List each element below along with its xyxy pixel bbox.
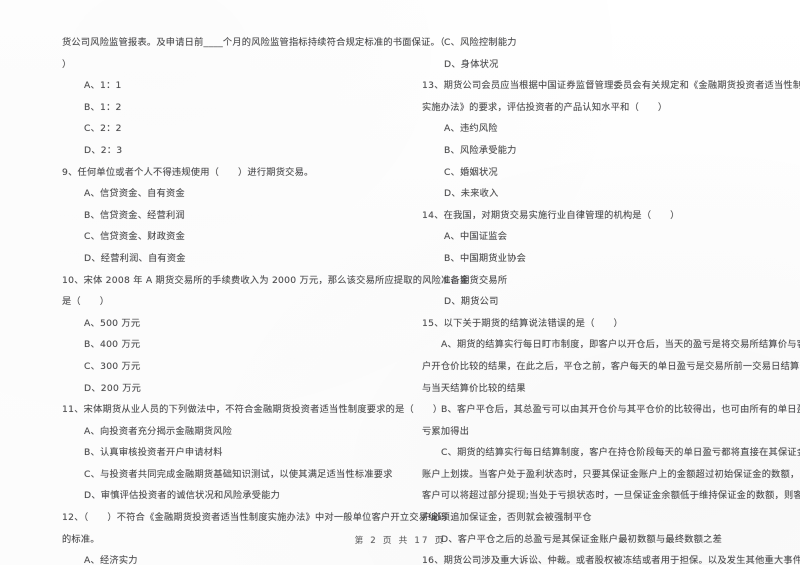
continuation-line: ） <box>62 58 72 70</box>
right-column: C、风险控制能力 D、身体状况 13、期货公司会员应当根据中国证券监督管理委员会有关… <box>400 32 800 565</box>
question-line: 16、期货公司涉及重大诉讼、仲裁。或者股权被冻结或者用于担保。以及发生其他重大事… <box>422 555 800 565</box>
option-line: A、信贷资金、自有资金 <box>84 188 185 200</box>
option-line: B、中国期货业协会 <box>444 252 527 264</box>
right-column-lines: C、风险控制能力 D、身体状况 13、期货公司会员应当根据中国证券监督管理委员会有关… <box>422 32 800 565</box>
question-line: 11、宋体期货从业人员的下列做法中，不符合金融期货投资者适当性制度要求的是（ ） <box>62 404 443 416</box>
option-line: C、信贷资金、财政资金 <box>84 231 186 243</box>
option-line: A、中国证监会 <box>444 231 508 243</box>
left-column-lines: 货公司风险监管报表。及申请日前____个月的风险监管指标持续符合规定标准的书面保… <box>62 32 470 565</box>
continuation-line: 亏累加得出 <box>422 425 470 437</box>
option-line: C、婚姻状况 <box>444 166 498 178</box>
option-line: A、违约风险 <box>444 123 498 135</box>
continuation-line: 与当天结算价比较的结果 <box>422 382 526 394</box>
option-line: D、2：3 <box>84 144 123 156</box>
option-line: C、风险控制能力 <box>444 37 517 48</box>
continuation-line: 是（ ） <box>62 296 110 308</box>
option-line: D、身体状况 <box>444 58 499 70</box>
page-footer: 第 2 页 共 17 页 <box>0 528 800 547</box>
option-line: A、500 万元 <box>84 317 141 329</box>
question-line: 10、宋体 2008 年 A 期货交易所的手续费收入为 2000 万元，那么该交… <box>62 274 470 286</box>
page-number-label: 第 2 页 共 17 页 <box>354 536 446 546</box>
option-line: A、1：1 <box>84 80 122 92</box>
option-line: D、期货公司 <box>444 296 499 308</box>
option-line: B、认真审核投资者开户申请材料 <box>84 447 223 459</box>
continuation-line: 实施办法》的要求，评估投资者的产品认知水平和（ ） <box>422 101 668 113</box>
option-line: D、经营利润、自有资金 <box>84 252 186 264</box>
option-line: A、向投资者充分揭示金融期货风险 <box>84 425 233 437</box>
option-line: D、审慎评估投资者的诚信状况和风险承受能力 <box>84 490 281 502</box>
question-line: 12、（ ）不符合《金融期货投资者适当性制度实施办法》中对一般单位客户开立交易编… <box>62 512 448 524</box>
continuation-line: 货公司风险监管报表。及申请日前____个月的风险监管指标持续符合规定标准的书面保… <box>62 37 445 48</box>
option-line: B、400 万元 <box>84 339 141 351</box>
continuation-line: 户开仓价比较的结果，在此之后，平仓之前，客户每天的单日盈亏是交易所前一交易日结算… <box>422 360 800 372</box>
option-line: D、未来收入 <box>444 188 499 200</box>
option-line: D、200 万元 <box>84 382 142 394</box>
option-line: B、客户平仓后，其总盈亏可以由其开仓价与其平仓价的比较得出，也可由所有的单日盈 <box>441 404 800 416</box>
continuation-line: 户必须追加保证金，否则就会被强制平仓 <box>422 512 592 524</box>
option-line: B、信贷资金、经营利润 <box>84 209 185 221</box>
option-line: C、2：2 <box>84 123 122 135</box>
continuation-line: 账户上划拨。当客户处于盈利状态时，只要其保证金账户上的金额超过初始保证金的数额，… <box>422 468 800 480</box>
question-line: 14、在我国，对期货交易实施行业自律管理的机构是（ ） <box>422 209 680 221</box>
option-line: C、300 万元 <box>84 360 141 372</box>
question-line: 9、任何单位或者个人不得违规使用（ ）进行期货交易。 <box>62 166 314 178</box>
option-line: B、风险承受能力 <box>444 144 517 156</box>
question-line: 13、期货公司会员应当根据中国证券监督管理委员会有关规定和《金融期货投资者适当性… <box>422 80 800 92</box>
two-column-body: 货公司风险监管报表。及申请日前____个月的风险监管指标持续符合规定标准的书面保… <box>0 0 800 565</box>
option-line: C、期货的结算实行每日结算制度，客户在持仓阶段每天的单日盈亏都将直接在其保证金 <box>441 447 800 459</box>
question-line: 15、以下关于期货的结算说法错误的是（ ） <box>422 317 623 329</box>
option-line: B、1：2 <box>84 101 122 113</box>
document-page: 货公司风险监管报表。及申请日前____个月的风险监管指标持续符合规定标准的书面保… <box>0 0 800 565</box>
option-line: C、与投资者共同完成金融期货基础知识测试，以使其满足适当性标准要求 <box>84 468 393 480</box>
option-line: A、期货的结算实行每日盯市制度，即客户以开仓后，当天的盈亏是将交易所结算价与客 <box>441 339 800 351</box>
continuation-line: 客户可以将超过部分提现;当处于亏损状态时，一旦保证金余额低于维持保证金的数额，则… <box>422 490 800 502</box>
option-line: C、期货交易所 <box>444 274 508 286</box>
left-column: 货公司风险监管报表。及申请日前____个月的风险监管指标持续符合规定标准的书面保… <box>0 32 470 565</box>
option-line: A、经济实力 <box>84 555 138 565</box>
